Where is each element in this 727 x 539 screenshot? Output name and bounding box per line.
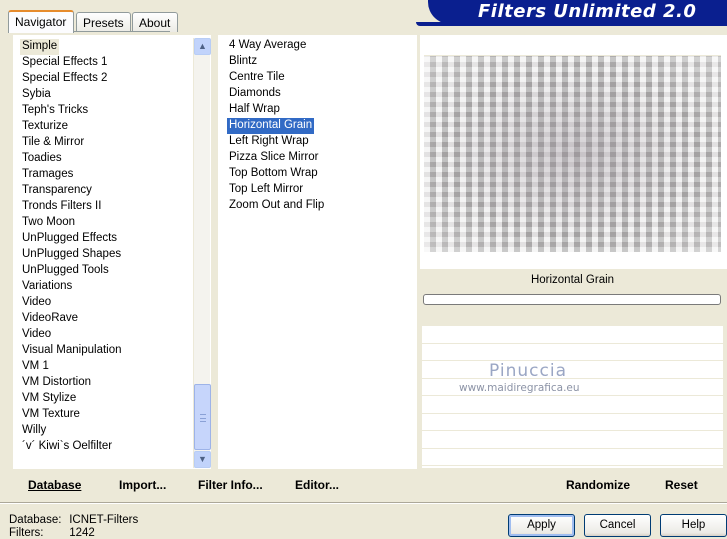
- grip-icon: [200, 414, 206, 422]
- reset-button[interactable]: Reset: [665, 478, 698, 492]
- parameter-row: [422, 449, 723, 466]
- scroll-down-button[interactable]: ▼: [194, 451, 211, 468]
- filter-item[interactable]: Half Wrap: [227, 102, 326, 118]
- apply-button[interactable]: Apply: [508, 514, 575, 537]
- editor-button[interactable]: Editor...: [295, 478, 339, 492]
- right-toolbar: Randomize Reset: [423, 470, 724, 500]
- filter-item[interactable]: 4 Way Average: [227, 38, 326, 54]
- scrollbar-thumb[interactable]: [194, 384, 211, 450]
- category-item[interactable]: Special Effects 2: [20, 71, 124, 87]
- category-item[interactable]: Sybia: [20, 87, 124, 103]
- category-item[interactable]: Visual Manipulation: [20, 343, 124, 359]
- header-banner: Filters Unlimited 2.0: [428, 0, 727, 24]
- filters-count-value: 1242: [69, 527, 95, 539]
- category-item[interactable]: VideoRave: [20, 311, 124, 327]
- category-item[interactable]: Texturize: [20, 119, 124, 135]
- category-item[interactable]: Transparency: [20, 183, 124, 199]
- scroll-up-button[interactable]: ▲: [194, 38, 211, 55]
- category-item[interactable]: Video: [20, 295, 124, 311]
- category-list[interactable]: Simple Special Effects 1 Special Effects 2…: [13, 35, 211, 469]
- category-item[interactable]: Simple: [20, 39, 60, 55]
- parameter-row: [422, 344, 723, 361]
- separator: [0, 502, 727, 504]
- tab-about[interactable]: About: [132, 12, 178, 32]
- category-item[interactable]: ´v´ Kiwi`s Oelfilter: [20, 439, 124, 455]
- filters-count-label: Filters:: [9, 527, 44, 539]
- filter-list[interactable]: 4 Way Average Blintz Centre Tile Diamonds Ha…: [218, 35, 417, 469]
- category-item[interactable]: Special Effects 1: [20, 55, 124, 71]
- filter-item[interactable]: Top Bottom Wrap: [227, 166, 326, 182]
- category-item[interactable]: VM 1: [20, 359, 124, 375]
- category-item[interactable]: Tronds Filters II: [20, 199, 124, 215]
- help-button[interactable]: Help: [660, 514, 727, 537]
- category-item[interactable]: Two Moon: [20, 215, 124, 231]
- category-item[interactable]: Video: [20, 327, 124, 343]
- parameter-row: [422, 326, 723, 344]
- category-item[interactable]: Tramages: [20, 167, 124, 183]
- database-value: ICNET-Filters: [69, 514, 139, 526]
- category-items: Simple Special Effects 1 Special Effects 2…: [20, 39, 124, 455]
- preview-frame-top: [420, 35, 727, 55]
- tab-presets[interactable]: Presets: [76, 12, 131, 32]
- watermark-name: Pinuccia: [489, 361, 567, 381]
- filter-item[interactable]: Pizza Slice Mirror: [227, 150, 326, 166]
- filter-item[interactable]: Horizontal Grain: [227, 118, 315, 134]
- preview-frame-right: [721, 35, 727, 269]
- parameter-row: [422, 396, 723, 414]
- import-button[interactable]: Import...: [119, 478, 166, 492]
- category-item[interactable]: VM Distortion: [20, 375, 124, 391]
- status-area: Database: ICNET-Filters Filters: 1242: [9, 514, 138, 539]
- filter-item[interactable]: Diamonds: [227, 86, 326, 102]
- selected-filter-title: Horizontal Grain: [530, 274, 615, 286]
- parameter-row: [422, 431, 723, 449]
- chevron-up-icon: ▲: [198, 41, 207, 51]
- category-item[interactable]: Tile & Mirror: [20, 135, 124, 151]
- category-item[interactable]: VM Texture: [20, 407, 124, 423]
- category-item[interactable]: Willy: [20, 423, 124, 439]
- filter-item[interactable]: Left Right Wrap: [227, 134, 326, 150]
- randomize-button[interactable]: Randomize: [566, 478, 630, 492]
- category-item[interactable]: UnPlugged Effects: [20, 231, 124, 247]
- left-toolbar: Database Import... Filter Info... Editor…: [12, 470, 417, 500]
- category-scrollbar[interactable]: ▲ ▼: [193, 38, 211, 468]
- preview-shading: [424, 56, 721, 252]
- filter-item[interactable]: Zoom Out and Flip: [227, 198, 326, 214]
- database-label: Database:: [9, 514, 62, 526]
- progress-bar: [423, 294, 721, 305]
- parameter-row: [422, 414, 723, 431]
- parameter-panel: [422, 326, 723, 468]
- category-item[interactable]: Variations: [20, 279, 124, 295]
- tab-navigator[interactable]: Navigator: [8, 10, 74, 33]
- filter-items: 4 Way Average Blintz Centre Tile Diamonds Ha…: [227, 38, 326, 214]
- watermark-url: www.maidiregrafica.eu: [459, 382, 580, 394]
- category-item[interactable]: VM Stylize: [20, 391, 124, 407]
- preview-frame-bottom: [420, 252, 727, 269]
- category-item[interactable]: UnPlugged Tools: [20, 263, 124, 279]
- parameter-row: [422, 361, 723, 379]
- filter-item[interactable]: Centre Tile: [227, 70, 326, 86]
- category-item[interactable]: Toadies: [20, 151, 124, 167]
- app-title: Filters Unlimited 2.0: [478, 1, 697, 22]
- category-item[interactable]: UnPlugged Shapes: [20, 247, 124, 263]
- database-button[interactable]: Database: [28, 478, 81, 492]
- preview-image[interactable]: [424, 56, 721, 252]
- filter-item[interactable]: Blintz: [227, 54, 326, 70]
- cancel-button[interactable]: Cancel: [584, 514, 651, 537]
- filter-item[interactable]: Top Left Mirror: [227, 182, 326, 198]
- chevron-down-icon: ▼: [198, 454, 207, 464]
- filter-info-button[interactable]: Filter Info...: [198, 478, 263, 492]
- category-item[interactable]: Teph's Tricks: [20, 103, 124, 119]
